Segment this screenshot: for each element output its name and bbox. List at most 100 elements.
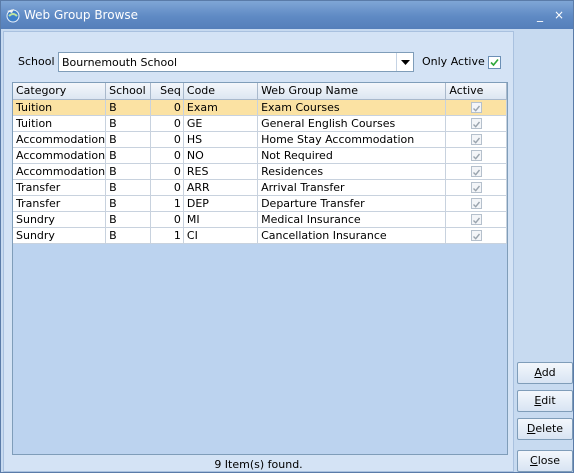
table-row[interactable]: Sundry B 0 MI Medical Insurance [13,211,507,228]
cell-school[interactable]: B [105,99,152,116]
cell-active[interactable] [445,99,507,116]
cell-school[interactable]: B [105,227,152,244]
table-row[interactable]: Transfer B 1 DEP Departure Transfer [13,195,507,212]
cell-code[interactable]: CI [183,227,259,244]
table-row[interactable]: Accommodation B 0 RES Residences [13,163,507,180]
close-button[interactable]: Close [517,450,573,472]
browse-panel: School Bournemouth School Only Active Ca… [3,31,514,472]
school-select-value: Bournemouth School [62,56,178,69]
chevron-down-icon[interactable] [396,53,413,71]
active-checkbox[interactable] [470,134,482,145]
cell-seq[interactable]: 0 [150,179,184,196]
cell-code[interactable]: GE [183,115,259,132]
cell-seq[interactable]: 0 [150,147,184,164]
active-checkbox[interactable] [470,214,482,225]
cell-school[interactable]: B [105,115,152,132]
add-button[interactable]: Add [517,362,573,384]
cell-name[interactable]: Departure Transfer [257,195,447,212]
cell-active[interactable] [445,227,507,244]
cell-active[interactable] [445,147,507,164]
cell-name[interactable]: Residences [257,163,447,180]
cell-name[interactable]: Medical Insurance [257,211,447,228]
cell-seq[interactable]: 0 [150,99,184,116]
column-header-category[interactable]: Category [13,83,107,100]
active-checkbox[interactable] [470,118,482,129]
cell-seq[interactable]: 0 [150,211,184,228]
cell-category[interactable]: Transfer [13,195,107,212]
cell-active[interactable] [445,179,507,196]
cell-name[interactable]: Exam Courses [257,99,447,116]
cell-active[interactable] [445,131,507,148]
cell-category[interactable]: Tuition [13,115,107,132]
check-icon [472,105,480,112]
title-bar[interactable]: Web Group Browse _ × [1,1,573,29]
cell-code[interactable]: MI [183,211,259,228]
cell-category[interactable]: Transfer [13,179,107,196]
active-checkbox[interactable] [470,166,482,177]
cell-category[interactable]: Accommodation [13,131,107,148]
active-checkbox[interactable] [470,182,482,193]
cell-school[interactable]: B [105,195,152,212]
cell-name[interactable]: Not Required [257,147,447,164]
check-icon [472,153,480,160]
table-row[interactable]: Accommodation B 0 NO Not Required [13,147,507,164]
column-header-code[interactable]: Code [183,83,259,100]
table-row[interactable]: Tuition B 0 GE General English Courses [13,115,507,132]
check-icon [472,201,480,208]
grid-header-row: Category School Seq Code Web Group Name … [13,83,507,100]
cell-code[interactable]: HS [183,131,259,148]
active-checkbox[interactable] [470,230,482,241]
cell-category[interactable]: Sundry [13,227,107,244]
minimize-button[interactable]: _ [533,8,547,22]
only-active-checkbox[interactable] [488,56,501,69]
column-header-seq[interactable]: Seq [150,83,184,100]
column-header-web-group-name[interactable]: Web Group Name [257,83,447,100]
main-window: Web Group Browse _ × School Bournemouth … [0,0,574,473]
cell-active[interactable] [445,211,507,228]
cell-name[interactable]: Home Stay Accommodation [257,131,447,148]
table-row[interactable]: Transfer B 0 ARR Arrival Transfer [13,179,507,196]
column-header-school[interactable]: School [105,83,152,100]
cell-school[interactable]: B [105,147,152,164]
edit-button[interactable]: Edit [517,390,573,412]
cell-seq[interactable]: 1 [150,195,184,212]
cell-code[interactable]: Exam [183,99,259,116]
table-row[interactable]: Tuition B 0 Exam Exam Courses [13,99,507,116]
cell-active[interactable] [445,115,507,132]
cell-seq[interactable]: 1 [150,227,184,244]
cell-school[interactable]: B [105,179,152,196]
cell-category[interactable]: Tuition [13,99,107,116]
cell-seq[interactable]: 0 [150,131,184,148]
column-header-active[interactable]: Active [445,83,507,100]
cell-category[interactable]: Sundry [13,211,107,228]
cell-seq[interactable]: 0 [150,115,184,132]
cell-active[interactable] [445,163,507,180]
cell-school[interactable]: B [105,163,152,180]
school-select[interactable]: Bournemouth School [58,52,414,72]
cell-active[interactable] [445,195,507,212]
active-checkbox[interactable] [470,102,482,113]
window-title: Web Group Browse [24,8,139,22]
cell-seq[interactable]: 0 [150,163,184,180]
active-checkbox[interactable] [470,198,482,209]
active-checkbox[interactable] [470,150,482,161]
check-icon [490,58,499,67]
cell-category[interactable]: Accommodation [13,147,107,164]
cell-name[interactable]: General English Courses [257,115,447,132]
check-icon [472,217,480,224]
cell-code[interactable]: ARR [183,179,259,196]
globe-arrow-icon [6,9,20,23]
cell-code[interactable]: RES [183,163,259,180]
cell-school[interactable]: B [105,211,152,228]
cell-name[interactable]: Arrival Transfer [257,179,447,196]
cell-name[interactable]: Cancellation Insurance [257,227,447,244]
close-window-button[interactable]: × [552,8,566,22]
cell-school[interactable]: B [105,131,152,148]
table-row[interactable]: Accommodation B 0 HS Home Stay Accommodation [13,131,507,148]
cell-category[interactable]: Accommodation [13,163,107,180]
cell-code[interactable]: DEP [183,195,259,212]
web-group-grid[interactable]: Category School Seq Code Web Group Name … [12,82,508,455]
cell-code[interactable]: NO [183,147,259,164]
table-row[interactable]: Sundry B 1 CI Cancellation Insurance [13,227,507,244]
delete-button[interactable]: Delete [517,418,573,440]
